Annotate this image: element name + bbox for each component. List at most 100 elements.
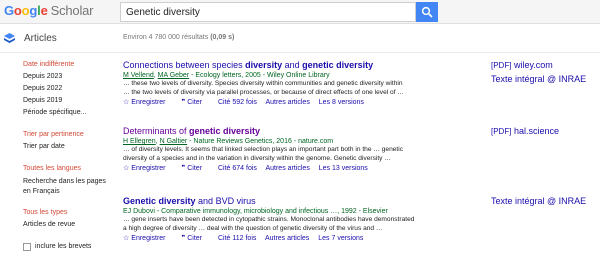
cited-by-link[interactable]: Cité 592 fois: [218, 99, 257, 106]
filter-since-2023[interactable]: Depuis 2023: [23, 73, 62, 80]
result-source: - Comparative immunology, microbiology a…: [154, 208, 388, 215]
filter-since-2022[interactable]: Depuis 2022: [23, 85, 62, 92]
versions-link[interactable]: Les 8 versions: [319, 99, 364, 106]
result-side-links: [PDF] wiley.com Texte intégral @ INRAE: [491, 60, 586, 88]
versions-link[interactable]: Les 13 versions: [319, 165, 368, 172]
save-button[interactable]: ☆ Enregistrer: [123, 165, 173, 172]
result-meta: M Vellend, MA Geber - Ecology letters, 2…: [123, 72, 330, 79]
author-name: EJ Dubovi: [123, 208, 155, 215]
author-link[interactable]: N Galtier: [160, 138, 188, 145]
include-patents-checkbox[interactable]: [23, 243, 31, 251]
sub-header: Articles: [0, 25, 600, 53]
filter-custom-range[interactable]: Période spécifique...: [23, 109, 86, 116]
pdf-link-label: hal.science: [513, 126, 559, 136]
menu-icon[interactable]: [4, 33, 15, 44]
save-label: Enregistrer: [131, 99, 166, 106]
result-snippet: … of diversity levels. It seems that lin…: [123, 146, 483, 163]
result-item: Genetic diversity and BVD virus EJ Dubov…: [123, 196, 483, 242]
logo-letter: e: [40, 3, 48, 18]
sort-relevance[interactable]: Trier par pertinence: [23, 131, 84, 138]
result-side-links: Texte intégral @ INRAE: [491, 196, 586, 210]
title-text: and: [282, 60, 303, 70]
star-icon: ☆: [123, 165, 130, 172]
result-title-link[interactable]: Determinants of genetic diversity: [123, 126, 483, 136]
star-icon: ☆: [123, 235, 130, 242]
result-meta: H Ellegren, N Galtier - Nature Reviews G…: [123, 138, 334, 145]
search-input[interactable]: [120, 2, 416, 22]
result-actions: ☆ Enregistrer ❞ Citer Cité 112 fois Autres…: [123, 234, 483, 242]
result-item: Determinants of genetic diversity H Elle…: [123, 126, 483, 172]
result-side-links: [PDF] hal.science: [491, 126, 559, 140]
type-review[interactable]: Articles de revue: [23, 221, 75, 228]
snippet-line: diversity of a species and in the variat…: [123, 154, 391, 162]
type-all[interactable]: Tous les types: [23, 209, 67, 216]
result-source: - Ecology letters, 2005 - Wiley Online L…: [189, 72, 330, 79]
snippet-line: … of diversity levels. It seems that lin…: [123, 146, 404, 153]
cited-by-link[interactable]: Cité 674 fois: [218, 165, 257, 172]
google-scholar-logo[interactable]: Google Scholar: [4, 3, 94, 18]
cite-button[interactable]: ❞ Citer: [181, 165, 209, 172]
lang-french[interactable]: Recherche dans les pages en Français: [23, 177, 108, 197]
pdf-link-label: wiley.com: [513, 60, 553, 70]
star-icon: ☆: [123, 99, 130, 106]
cite-button[interactable]: ❞ Citer: [181, 235, 209, 242]
save-button[interactable]: ☆ Enregistrer: [123, 99, 173, 106]
result-snippet: … these two levels of diversity. Species…: [123, 80, 483, 97]
cite-label: Citer: [187, 235, 203, 242]
top-bar: Google Scholar: [0, 0, 600, 24]
snippet-line: … these two levels of diversity. Species…: [123, 80, 403, 87]
cite-label: Citer: [187, 165, 203, 172]
title-text: genetic diversity: [302, 60, 374, 70]
author-link[interactable]: H Ellegren: [123, 138, 156, 145]
related-articles-link[interactable]: Autres articles: [265, 99, 309, 106]
save-button[interactable]: ☆ Enregistrer: [123, 235, 173, 242]
results-count-text: Environ 4 780 000 résultats: [123, 34, 209, 41]
title-text: Connections between species: [123, 60, 246, 70]
snippet-line: … the two levels of diversity via parall…: [123, 88, 404, 96]
filter-since-2019[interactable]: Depuis 2019: [23, 97, 62, 104]
cite-button[interactable]: ❞ Citer: [181, 99, 209, 106]
result-source: - Nature Reviews Genetics, 2016 - nature…: [187, 138, 334, 145]
logo-letter: G: [4, 3, 14, 18]
cited-by-link[interactable]: Cité 112 fois: [218, 235, 256, 242]
result-title-link[interactable]: Genetic diversity and BVD virus: [123, 196, 483, 206]
author-link[interactable]: MA Geber: [158, 72, 190, 79]
save-label: Enregistrer: [131, 235, 166, 242]
snippet-line: a high degree of diversity … deal with t…: [123, 224, 383, 232]
result-actions: ☆ Enregistrer ❞ Citer Cité 592 fois Autres…: [123, 98, 483, 106]
fulltext-link[interactable]: Texte intégral @ INRAE: [491, 74, 586, 84]
versions-link[interactable]: Les 7 versions: [318, 235, 363, 242]
title-text: genetic diversity: [189, 126, 261, 136]
related-articles-link[interactable]: Autres articles: [265, 235, 309, 242]
result-snippet: … gene inserts have been detected in cyt…: [123, 216, 483, 233]
result-title-link[interactable]: Connections between species diversity an…: [123, 60, 483, 70]
author-link[interactable]: M Vellend: [123, 72, 154, 79]
logo-suffix: Scholar: [50, 3, 94, 18]
pdf-link[interactable]: [PDF] wiley.com: [491, 60, 586, 70]
results-time: (0,09 s): [210, 34, 235, 41]
title-text: diversity: [245, 60, 283, 70]
related-articles-link[interactable]: Autres articles: [265, 165, 309, 172]
pdf-tag: [PDF]: [491, 61, 512, 70]
fulltext-link[interactable]: Texte intégral @ INRAE: [491, 196, 586, 206]
quote-icon: ❞: [181, 235, 186, 242]
title-text: Genetic diversity: [123, 196, 196, 206]
results-count: Environ 4 780 000 résultats (0,09 s): [123, 34, 234, 41]
search-button[interactable]: [416, 2, 438, 22]
result-item: Connections between species diversity an…: [123, 60, 483, 106]
quote-icon: ❞: [181, 99, 186, 106]
snippet-line: … gene inserts have been detected in cyt…: [123, 216, 415, 223]
logo-letter: o: [13, 3, 22, 18]
include-patents-label: inclure les brevets: [35, 243, 92, 250]
cite-label: Citer: [187, 99, 203, 106]
lang-all[interactable]: Toutes les langues: [23, 165, 81, 172]
title-text: Determinants of: [123, 126, 190, 136]
title-text: and BVD virus: [195, 196, 256, 206]
filter-any-date[interactable]: Date indifférente: [23, 61, 74, 68]
logo-letter: g: [29, 3, 38, 18]
result-meta: EJ Dubovi - Comparative immunology, micr…: [123, 208, 483, 215]
pdf-link[interactable]: [PDF] hal.science: [491, 126, 559, 136]
sort-date[interactable]: Trier par date: [23, 143, 65, 150]
quote-icon: ❞: [181, 165, 186, 172]
pdf-tag: [PDF]: [491, 127, 512, 136]
